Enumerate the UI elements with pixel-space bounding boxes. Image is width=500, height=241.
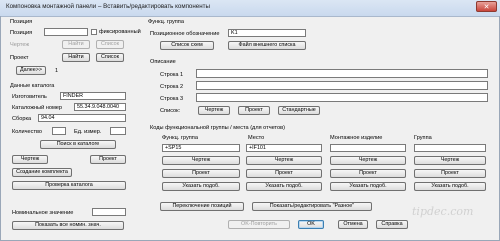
codes-heading: Коды функциональной группы / места (для … xyxy=(150,125,286,131)
check-catalog-button[interactable]: Проверка каталога xyxy=(12,181,126,190)
place-drawing-button[interactable]: Чертеж xyxy=(246,156,322,165)
list-label: Список: xyxy=(160,108,181,114)
catalog-project-button[interactable]: Проект xyxy=(90,155,126,164)
group-project-button[interactable]: Проект xyxy=(414,169,486,178)
quantity-input[interactable] xyxy=(52,127,66,135)
fixed-label: фиксированный xyxy=(99,29,141,35)
catalog-drawing-button[interactable]: Чертеж xyxy=(12,155,48,164)
next-value: 1 xyxy=(55,68,59,74)
positional-input[interactable]: K1 xyxy=(228,29,306,37)
func-group-project-button[interactable]: Проект xyxy=(162,169,240,178)
ok-repeat-button[interactable]: OK-Повторить xyxy=(228,220,290,229)
fixed-checkbox[interactable] xyxy=(91,29,97,35)
func-group-code-input[interactable]: +SP15 xyxy=(162,144,240,152)
assembly-label: Сборка xyxy=(12,116,32,122)
position-list-button[interactable]: Список xyxy=(96,40,124,49)
project-find-button[interactable]: Найти xyxy=(62,53,90,62)
project-list-button[interactable]: Список xyxy=(96,53,124,62)
mount-project-button[interactable]: Проект xyxy=(330,169,406,178)
col-group: Группа xyxy=(414,135,432,141)
close-icon: ✕ xyxy=(483,4,490,11)
line3-input[interactable] xyxy=(196,93,488,102)
manufacturer-input[interactable]: FINDER xyxy=(60,92,126,100)
description-project-button[interactable]: Проект xyxy=(238,106,270,115)
place-code-input[interactable]: +IF101 xyxy=(246,144,322,152)
create-kit-button[interactable]: Создание комплекта xyxy=(12,168,72,177)
dialog-window: Компоновка монтажной панели – Вставить/р… xyxy=(0,0,500,241)
ok-button[interactable]: OK xyxy=(298,220,324,229)
manufacturer-label: Изготовитель xyxy=(12,94,47,100)
catalog-heading: Данные каталога xyxy=(10,83,55,89)
next-button[interactable]: Далее>> xyxy=(16,66,46,75)
col-mount: Монтажное изделие xyxy=(330,135,383,141)
show-all-nominal-button[interactable]: Показать все номин. знач. xyxy=(12,221,124,230)
help-button[interactable]: Справка xyxy=(376,220,408,229)
window-title: Компоновка монтажной панели – Вставить/р… xyxy=(6,3,210,10)
line3-label: Строка 3 xyxy=(160,96,184,102)
catalog-number-input[interactable]: 55.34.9.048.0040 xyxy=(74,103,126,111)
position-input[interactable] xyxy=(44,28,88,36)
project-label: Проект xyxy=(10,55,29,61)
group-specify-button[interactable]: Указать подоб. xyxy=(414,182,486,191)
line1-input[interactable] xyxy=(196,69,488,78)
func-group-heading: Функц. группа xyxy=(148,19,184,25)
unit-input[interactable] xyxy=(110,127,126,135)
cancel-button[interactable]: Отмена xyxy=(338,220,368,229)
place-project-button[interactable]: Проект xyxy=(246,169,322,178)
nominal-label: Номинальное значение xyxy=(12,210,74,216)
group-code-input[interactable] xyxy=(414,144,486,152)
close-button[interactable]: ✕ xyxy=(476,1,497,12)
watermark-text: tipdec.com xyxy=(412,205,474,218)
position-drawing-label: Чертеж xyxy=(10,42,30,48)
assembly-input[interactable]: 94.04 xyxy=(38,114,126,122)
mount-code-input[interactable] xyxy=(330,144,406,152)
mount-drawing-button[interactable]: Чертеж xyxy=(330,156,406,165)
unit-label: Ед. измер. xyxy=(74,129,102,135)
mount-specify-button[interactable]: Указать подоб. xyxy=(330,182,406,191)
position-label: Позиция xyxy=(10,30,33,36)
catalog-search-button[interactable]: Поиск в каталоге xyxy=(40,140,116,149)
positional-label: Позиционное обозначение xyxy=(150,31,220,37)
col-place: Место xyxy=(248,135,265,141)
col-func-group: Функц. группа xyxy=(162,135,198,141)
description-standard-button[interactable]: Стандартные xyxy=(278,106,320,115)
show-edit-various-button[interactable]: Показать/редактировать "Разное" xyxy=(252,202,372,211)
catalog-number-label: Каталожный номер xyxy=(12,105,63,111)
position-find-button[interactable]: Найти xyxy=(62,40,90,49)
switch-positions-button[interactable]: Переключение позиций xyxy=(160,202,244,211)
description-heading: Описание xyxy=(150,59,176,65)
group-drawing-button[interactable]: Чертеж xyxy=(414,156,486,165)
func-group-drawing-button[interactable]: Чертеж xyxy=(162,156,240,165)
position-heading: Позиция xyxy=(10,19,33,25)
line2-label: Строка 2 xyxy=(160,84,184,90)
place-specify-button[interactable]: Указать подоб. xyxy=(246,182,322,191)
description-drawing-button[interactable]: Чертеж xyxy=(198,106,230,115)
line1-label: Строка 1 xyxy=(160,72,184,78)
nominal-input[interactable] xyxy=(92,208,126,216)
quantity-label: Количество xyxy=(12,129,43,135)
title-bar: Компоновка монтажной панели – Вставить/р… xyxy=(0,0,500,17)
func-group-specify-button[interactable]: Указать подоб. xyxy=(162,182,240,191)
external-file-list-button[interactable]: Файл внешнего списка xyxy=(228,41,306,50)
line2-input[interactable] xyxy=(196,81,488,90)
schemes-list-button[interactable]: Список схем xyxy=(160,41,214,50)
